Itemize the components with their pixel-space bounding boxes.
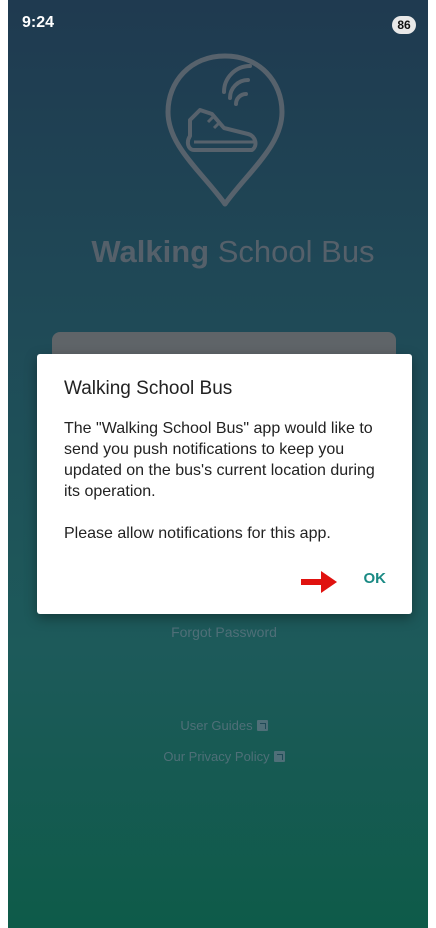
- ok-button[interactable]: OK: [358, 566, 393, 591]
- red-arrow-right-icon: [301, 571, 337, 593]
- forgot-password-link[interactable]: Forgot Password: [8, 624, 428, 640]
- external-link-icon: [273, 751, 285, 762]
- app-title: Walking School Bus: [8, 234, 428, 270]
- user-guides-link[interactable]: User Guides: [8, 718, 428, 733]
- privacy-policy-label: Our Privacy Policy: [163, 749, 270, 764]
- dialog-message-allow: Please allow notifications for this app.: [64, 525, 331, 542]
- notification-permission-dialog: Walking School Bus The "Walking School B…: [37, 354, 412, 614]
- user-guides-label: User Guides: [180, 718, 253, 733]
- dialog-message: The "Walking School Bus" app would like …: [64, 418, 384, 544]
- app-title-bold: Walking: [91, 234, 210, 269]
- map-pin-sneaker-wifi-icon: [165, 53, 285, 207]
- dialog-message-text: The "Walking School Bus" app would like …: [64, 420, 375, 500]
- phone-screen: 9:24 86 Walking School Bus Forgot Passwo…: [8, 0, 428, 928]
- status-time: 9:24: [22, 14, 55, 31]
- battery-indicator: 86: [392, 16, 416, 34]
- privacy-policy-link[interactable]: Our Privacy Policy: [8, 749, 428, 764]
- app-title-rest: School Bus: [209, 234, 375, 269]
- external-link-icon: [256, 720, 268, 731]
- dialog-title: Walking School Bus: [64, 378, 233, 399]
